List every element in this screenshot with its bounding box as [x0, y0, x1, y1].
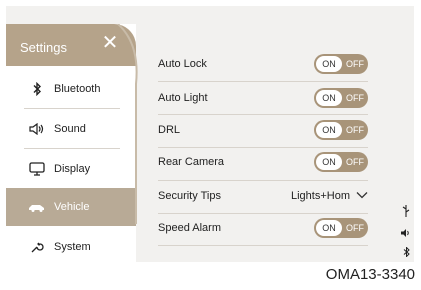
toggle-off: OFF [346, 93, 364, 103]
settings-title: Settings [20, 40, 67, 55]
chevron-down-icon [356, 190, 368, 202]
speaker-icon [26, 123, 48, 135]
setting-label: Auto Lock [158, 58, 207, 70]
toggle-on: ON [316, 154, 342, 170]
sidebar-item-system[interactable]: System [6, 228, 136, 262]
setting-row-rear-camera: Rear Camera ON OFF [158, 146, 368, 178]
toggle-on: ON [316, 220, 342, 236]
car-icon [26, 202, 48, 212]
toggle-off: OFF [346, 223, 364, 233]
toggle-off: OFF [346, 59, 364, 69]
wrench-icon [26, 240, 48, 254]
setting-row-speed-alarm: Speed Alarm ON OFF [158, 212, 368, 244]
status-icons [400, 204, 412, 262]
usb-icon [402, 204, 410, 222]
setting-label: Speed Alarm [158, 222, 221, 234]
rear-camera-toggle[interactable]: ON OFF [314, 152, 368, 172]
sidebar-item-label: Bluetooth [54, 83, 101, 95]
setting-label: Security Tips [158, 190, 221, 202]
setting-row-auto-light: Auto Light ON OFF [158, 82, 368, 114]
sidebar-item-label: Sound [54, 123, 86, 135]
toggle-on: ON [316, 56, 342, 72]
sidebar-divider [24, 108, 120, 109]
sidebar-curve-divider [117, 24, 138, 224]
sidebar-item-label: Vehicle [54, 201, 90, 213]
auto-light-toggle[interactable]: ON OFF [314, 88, 368, 108]
setting-row-drl: DRL ON OFF [158, 114, 368, 146]
drl-toggle[interactable]: ON OFF [314, 120, 368, 140]
setting-label: DRL [158, 124, 181, 136]
volume-icon [401, 224, 411, 242]
setting-row-auto-lock: Auto Lock ON OFF [158, 48, 368, 80]
infotainment-screen: Settings ✕ Bluetooth Sound Display Vehic… [6, 6, 414, 262]
sidebar-item-label: System [54, 241, 91, 253]
toggle-on: ON [316, 122, 342, 138]
dropdown-value: Lights+Hom [290, 190, 350, 202]
toggle-off: OFF [346, 157, 364, 167]
toggle-off: OFF [346, 125, 364, 135]
sidebar-item-label: Display [54, 163, 91, 175]
setting-label: Auto Light [158, 92, 208, 104]
bluetooth-status-icon [403, 244, 410, 262]
monitor-icon [26, 162, 48, 176]
row-divider [158, 245, 368, 246]
bluetooth-icon [26, 82, 48, 96]
setting-row-security-tips: Security Tips Lights+Hom [158, 180, 368, 212]
sidebar-divider [24, 148, 120, 149]
speed-alarm-toggle[interactable]: ON OFF [314, 218, 368, 238]
setting-label: Rear Camera [158, 156, 225, 168]
security-tips-dropdown[interactable]: Lights+Hom [291, 190, 368, 202]
auto-lock-toggle[interactable]: ON OFF [314, 54, 368, 74]
figure-code: OMA13-3340 [325, 266, 415, 283]
toggle-on: ON [316, 90, 342, 106]
